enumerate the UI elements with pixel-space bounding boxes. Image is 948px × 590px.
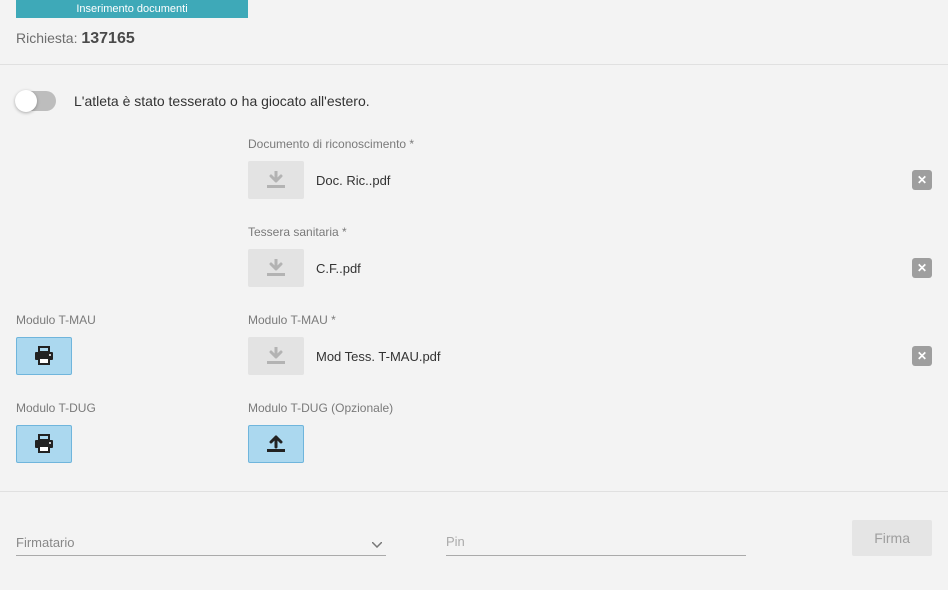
request-label: Richiesta: [16,30,77,46]
remove-doc-riconoscimento-button[interactable]: ✕ [912,170,932,190]
close-icon: ✕ [917,261,927,275]
request-row: Richiesta: 137165 [0,18,948,65]
download-icon [265,259,287,277]
download-tmau-button[interactable] [248,337,304,375]
abroad-toggle[interactable] [16,91,56,111]
tmau-filename: Mod Tess. T-MAU.pdf [316,349,900,364]
download-doc-riconoscimento-button[interactable] [248,161,304,199]
abroad-toggle-label: L'atleta è stato tesserato o ha giocato … [74,93,370,109]
toggle-knob [15,90,37,112]
printer-icon [33,434,55,454]
printer-icon [33,346,55,366]
upload-tdug-button[interactable] [248,425,304,463]
download-icon [265,347,287,365]
request-number: 137165 [81,30,134,47]
pin-input[interactable] [446,528,746,556]
download-icon [265,171,287,189]
doc-riconoscimento-label: Documento di riconoscimento * [248,137,932,151]
upload-icon [265,435,287,453]
page-banner: Inserimento documenti [16,0,248,18]
print-tdug-button[interactable] [16,425,72,463]
tessera-sanitaria-label: Tessera sanitaria * [248,225,932,239]
tdug-right-label: Modulo T-DUG (Opzionale) [248,401,932,415]
pin-field[interactable] [446,528,746,556]
remove-tessera-sanitaria-button[interactable]: ✕ [912,258,932,278]
tessera-sanitaria-filename: C.F..pdf [316,261,900,276]
print-tmau-button[interactable] [16,337,72,375]
firmatario-select[interactable] [16,528,386,556]
tdug-left-label: Modulo T-DUG [16,401,248,415]
remove-tmau-button[interactable]: ✕ [912,346,932,366]
close-icon: ✕ [917,349,927,363]
firmatario-field[interactable]: Firmatario [16,528,386,556]
firma-button[interactable]: Firma [852,520,932,556]
tmau-left-label: Modulo T-MAU [16,313,248,327]
download-tessera-sanitaria-button[interactable] [248,249,304,287]
doc-riconoscimento-filename: Doc. Ric..pdf [316,173,900,188]
close-icon: ✕ [917,173,927,187]
tmau-right-label: Modulo T-MAU * [248,313,932,327]
